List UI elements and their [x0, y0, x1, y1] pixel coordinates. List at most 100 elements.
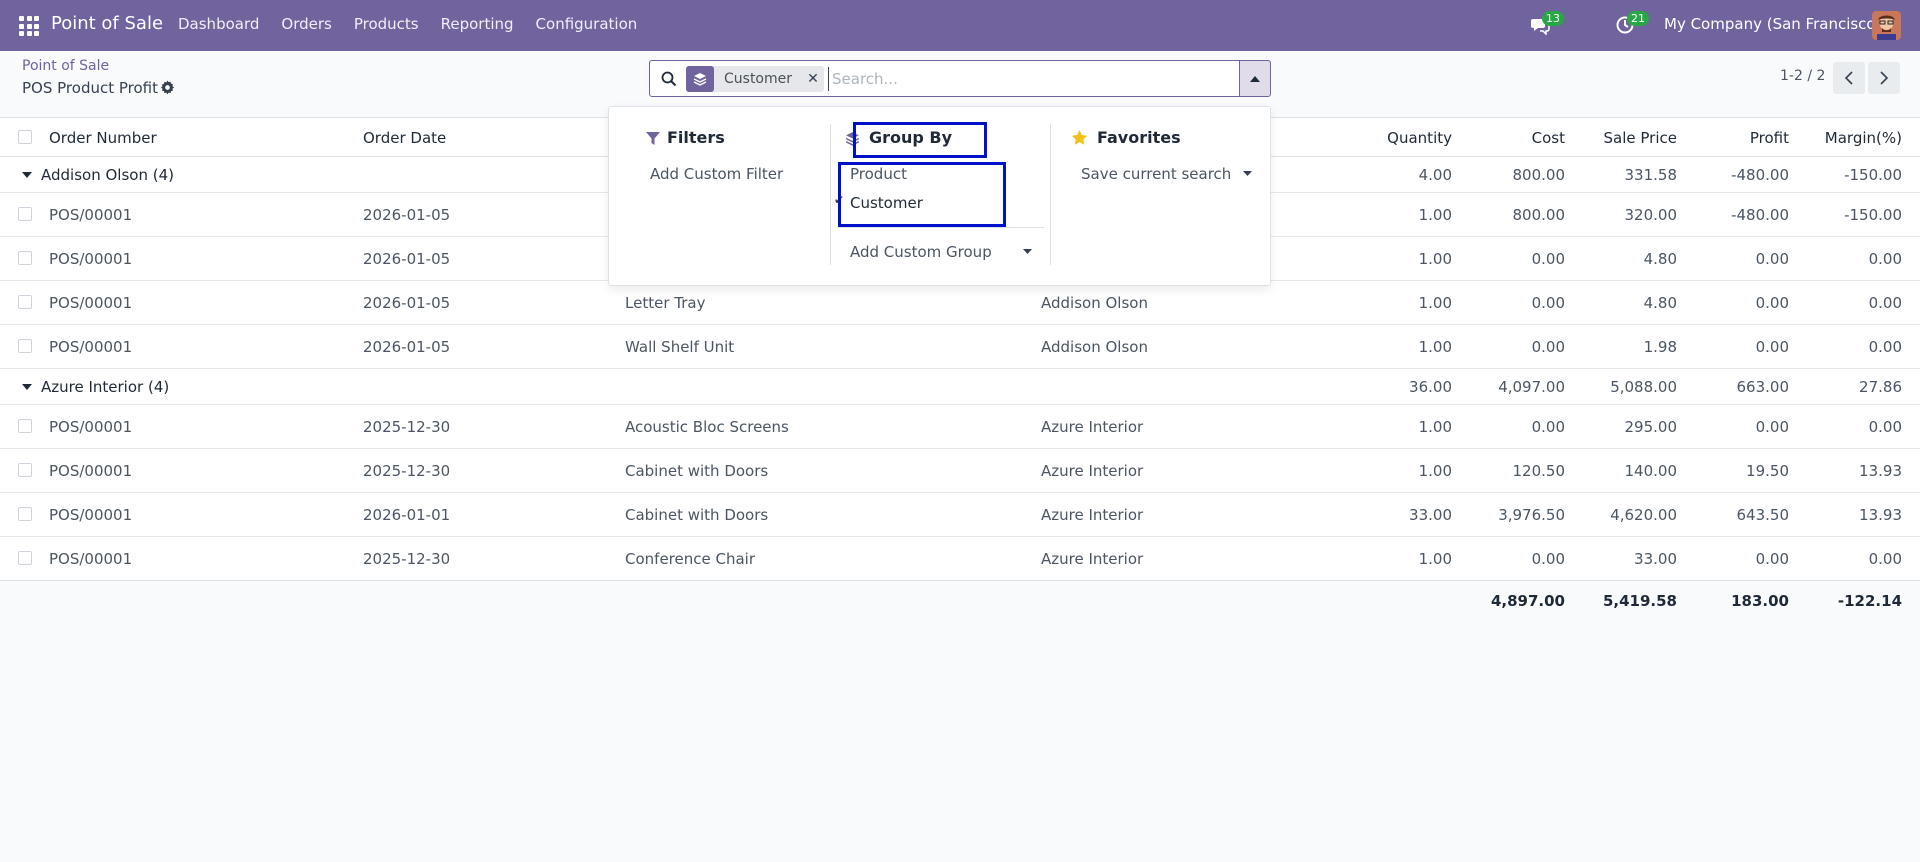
total-cost: 4,897.00	[1490, 592, 1565, 610]
cell-customer: Addison Olson	[1041, 294, 1148, 312]
apps-menu-icon[interactable]	[19, 16, 39, 36]
cell-price: 33.00	[1634, 550, 1677, 568]
cell-cost: 120.50	[1512, 462, 1566, 480]
menu-configuration[interactable]: Configuration	[536, 15, 638, 33]
row-checkbox[interactable]	[18, 463, 32, 477]
cell-margin: 0.00	[1868, 418, 1902, 436]
app-brand[interactable]: Point of Sale	[51, 13, 163, 34]
cell-date: 2026-01-05	[363, 338, 451, 356]
add-custom-group-select[interactable]: Add Custom Group	[850, 243, 992, 261]
column-margin[interactable]: Margin(%)	[1825, 129, 1902, 147]
table-row[interactable]: POS/00001 2025-12-30 Cabinet with Doors …	[0, 449, 1920, 493]
pager-value[interactable]: 1-2 / 2	[1780, 68, 1825, 84]
group-price: 5,088.00	[1610, 378, 1677, 396]
cell-margin: 0.00	[1868, 338, 1902, 356]
cell-price: 295.00	[1624, 418, 1678, 436]
total-profit: 183.00	[1731, 592, 1789, 610]
cell-customer: Azure Interior	[1041, 506, 1144, 524]
row-checkbox[interactable]	[18, 419, 32, 433]
pager-next-button[interactable]	[1868, 62, 1900, 94]
cell-price: 4.80	[1643, 250, 1677, 268]
cell-profit: 19.50	[1746, 462, 1789, 480]
search-options-toggle-button[interactable]	[1239, 60, 1271, 97]
table-footer-totals: 4,897.00 5,419.58 183.00 -122.14	[0, 580, 1920, 620]
column-cost[interactable]: Cost	[1532, 129, 1565, 147]
groupby-title-highlight	[853, 122, 987, 158]
cell-order: POS/00001	[49, 418, 133, 436]
row-checkbox[interactable]	[18, 507, 32, 521]
group-margin: 27.86	[1859, 378, 1902, 396]
menu-orders[interactable]: Orders	[281, 15, 331, 33]
row-checkbox[interactable]	[18, 251, 32, 265]
favorites-title: Favorites	[1097, 128, 1181, 147]
cell-profit: 643.50	[1736, 506, 1790, 524]
pager-previous-button[interactable]	[1833, 62, 1865, 94]
chevron-left-icon	[1844, 71, 1853, 85]
table-row[interactable]: POS/00001 2026-01-05 Wall Shelf Unit Add…	[0, 325, 1920, 369]
group-margin: -150.00	[1844, 166, 1902, 184]
row-checkbox[interactable]	[18, 207, 32, 221]
search-icon[interactable]	[661, 71, 677, 87]
cell-qty: 1.00	[1418, 462, 1452, 480]
cell-qty: 1.00	[1418, 550, 1452, 568]
cell-order: POS/00001	[49, 550, 133, 568]
select-all-checkbox[interactable]	[18, 130, 32, 144]
menu-products[interactable]: Products	[354, 15, 419, 33]
cell-order: POS/00001	[49, 462, 133, 480]
cell-profit: -480.00	[1731, 206, 1789, 224]
cell-date: 2026-01-05	[363, 206, 451, 224]
messages-icon[interactable]: 13	[1530, 11, 1564, 37]
company-switcher[interactable]: My Company (San Francisco)	[1664, 15, 1881, 33]
cell-profit: 0.00	[1755, 294, 1789, 312]
save-current-search-link[interactable]: Save current search	[1081, 165, 1231, 183]
user-avatar[interactable]	[1872, 11, 1901, 40]
table-row[interactable]: POS/00001 2026-01-01 Cabinet with Doors …	[0, 493, 1920, 537]
cell-date: 2025-12-30	[363, 418, 451, 436]
filter-icon	[646, 132, 660, 145]
column-quantity[interactable]: Quantity	[1387, 129, 1452, 147]
cell-date: 2026-01-05	[363, 294, 451, 312]
activities-clock-icon[interactable]: 21	[1615, 11, 1649, 37]
menu-reporting[interactable]: Reporting	[441, 15, 514, 33]
row-checkbox[interactable]	[18, 551, 32, 565]
cell-cost: 0.00	[1531, 294, 1565, 312]
layers-icon	[686, 66, 714, 92]
column-order-number[interactable]: Order Number	[49, 129, 157, 147]
cell-product: Acoustic Bloc Screens	[625, 418, 789, 436]
group-qty: 36.00	[1409, 378, 1452, 396]
group-cost: 4,097.00	[1498, 378, 1565, 396]
row-checkbox[interactable]	[18, 339, 32, 353]
cell-margin: 0.00	[1868, 294, 1902, 312]
total-margin: -122.14	[1837, 592, 1902, 610]
remove-facet-close-icon[interactable]: ✕	[802, 71, 824, 87]
group-label: Addison Olson (4)	[41, 166, 174, 184]
table-row[interactable]: POS/00001 2026-01-05 Letter Tray Addison…	[0, 281, 1920, 325]
cell-product: Cabinet with Doors	[625, 506, 769, 524]
table-row[interactable]: POS/00001 2025-12-30 Conference Chair Az…	[0, 537, 1920, 581]
cell-margin: 0.00	[1868, 550, 1902, 568]
table-row[interactable]: POS/00001 2025-12-30 Acoustic Bloc Scree…	[0, 405, 1920, 449]
group-price: 331.58	[1624, 166, 1678, 184]
caret-down-icon	[1243, 171, 1252, 176]
column-order-date[interactable]: Order Date	[363, 129, 446, 147]
cell-qty: 33.00	[1409, 506, 1452, 524]
breadcrumb-parent[interactable]: Point of Sale	[22, 58, 109, 74]
column-profit[interactable]: Profit	[1750, 129, 1789, 147]
gear-icon[interactable]	[160, 80, 176, 96]
cell-order: POS/00001	[49, 206, 133, 224]
cell-profit: 0.00	[1755, 250, 1789, 268]
cell-price: 320.00	[1624, 206, 1678, 224]
group-row-azure-interior[interactable]: Azure Interior (4) 36.00 4,097.00 5,088.…	[0, 369, 1920, 405]
groupby-divider	[837, 227, 1044, 228]
row-checkbox[interactable]	[18, 295, 32, 309]
search-input[interactable]	[828, 67, 1228, 91]
cell-date: 2026-01-05	[363, 250, 451, 268]
add-custom-filter-link[interactable]: Add Custom Filter	[650, 165, 783, 183]
menu-dashboard[interactable]: Dashboard	[178, 15, 259, 33]
cell-price: 4,620.00	[1610, 506, 1677, 524]
cell-customer: Azure Interior	[1041, 418, 1144, 436]
column-sale-price[interactable]: Sale Price	[1604, 129, 1677, 147]
favorites-panel: Favorites Save current search	[1051, 107, 1271, 287]
cell-product: Cabinet with Doors	[625, 462, 769, 480]
cell-qty: 1.00	[1418, 206, 1452, 224]
